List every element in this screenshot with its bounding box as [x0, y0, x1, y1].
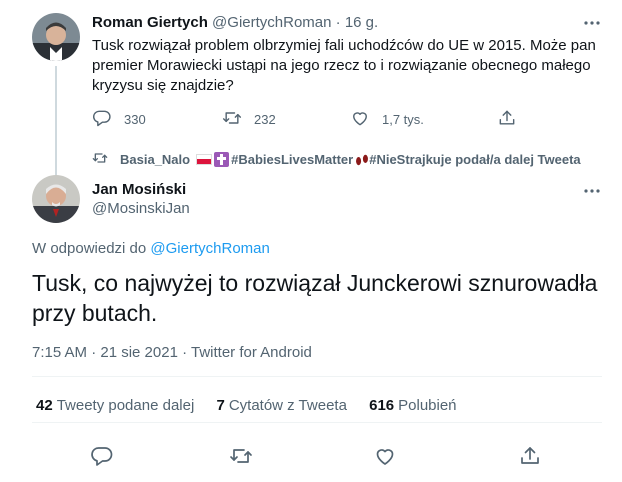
reply-icon	[92, 108, 112, 131]
main-author-name[interactable]: Jan Mosiński	[92, 180, 186, 200]
main-action-bar	[0, 444, 622, 468]
parent-header: Roman Giertych @GiertychRoman · 16 g.	[92, 13, 378, 33]
reply-count: 330	[124, 112, 146, 127]
retweets-stat[interactable]: 42 Tweety podane dalej	[36, 396, 194, 416]
reply-to-handle-link[interactable]: @GiertychRoman	[150, 240, 269, 257]
likes-stat-count: 616	[369, 397, 395, 414]
like-button[interactable]: 1,7 tys.	[350, 108, 424, 131]
like-count: 1,7 tys.	[382, 112, 424, 127]
retweets-stat-count: 42	[36, 397, 53, 414]
separator-dot: ·	[335, 14, 341, 31]
main-tweet-text: Tusk, co najwyżej to rozwiązał Junckerow…	[32, 270, 598, 326]
retweet-icon	[222, 108, 242, 131]
share-button[interactable]	[518, 444, 542, 468]
retweet-button[interactable]: 232	[222, 108, 276, 131]
reply-button[interactable]: 330	[92, 108, 146, 131]
like-button[interactable]	[373, 444, 397, 468]
retweet-icon	[229, 449, 253, 472]
retweet-button[interactable]	[229, 444, 253, 468]
replying-to-line: W odpowiedzi do @GiertychRoman	[32, 239, 270, 259]
main-author-handle[interactable]: @MosinskiJan	[92, 199, 190, 219]
footprints-icon	[354, 152, 369, 166]
likes-stat[interactable]: 616 Polubień	[369, 396, 456, 416]
divider	[32, 376, 602, 377]
reply-prefix: W odpowiedzi do	[32, 240, 147, 257]
retweet-count: 232	[254, 112, 276, 127]
more-icon[interactable]	[582, 13, 602, 33]
retweets-stat-label: Tweety podane dalej	[56, 397, 195, 414]
reply-icon	[90, 447, 114, 472]
likes-stat-label: Polubień	[398, 397, 457, 414]
divider	[32, 422, 602, 423]
retweeter-name[interactable]: Basia_Nalo	[120, 152, 190, 167]
tweet-meta[interactable]: 7:15 AM · 21 sie 2021 · Twitter for Andr…	[32, 343, 312, 363]
quotes-stat[interactable]: 7 Cytatów z Tweeta	[216, 396, 346, 416]
parent-tweet-text: Tusk rozwiązał problem olbrzymiej fali u…	[92, 37, 596, 94]
engagement-stats: 42 Tweety podane dalej 7 Cytatów z Tweeta …	[36, 396, 475, 416]
parent-author-handle[interactable]: @GiertychRoman	[212, 14, 331, 31]
retweet-small-icon	[92, 150, 120, 169]
parent-author-name[interactable]: Roman Giertych	[92, 14, 208, 31]
share-icon	[497, 108, 517, 131]
share-button[interactable]	[497, 108, 517, 131]
share-icon	[518, 447, 542, 472]
cross-icon	[214, 151, 230, 167]
reply-button[interactable]	[90, 444, 114, 468]
quotes-stat-label: Cytatów z Tweeta	[228, 397, 347, 414]
more-icon[interactable]	[582, 181, 602, 201]
avatar-jan-mosinski[interactable]	[32, 175, 80, 223]
retweeted-by-row[interactable]: Basia_Nalo #BabiesLivesMatter #NieStrajk…	[92, 150, 581, 168]
heart-icon	[373, 449, 397, 472]
quotes-stat-count: 7	[216, 397, 225, 414]
main-tweet: Jan Mosiński @MosinskiJan W odpowiedzi d…	[0, 172, 622, 482]
parent-tweet[interactable]: Roman Giertych @GiertychRoman · 16 g. Tu…	[0, 0, 622, 178]
heart-icon	[350, 108, 370, 131]
retweeter-hashtag: #BabiesLivesMatter	[231, 151, 354, 167]
poland-flag-icon	[196, 153, 213, 165]
parent-action-bar: 330 232 1,7 tys.	[92, 108, 522, 128]
parent-timestamp[interactable]: 16 g.	[345, 14, 378, 31]
avatar-roman-giertych[interactable]	[32, 13, 80, 61]
thread-line	[55, 66, 57, 178]
retweeter-suffix: #NieStrajkuje podał/a dalej Tweeta	[369, 151, 581, 167]
